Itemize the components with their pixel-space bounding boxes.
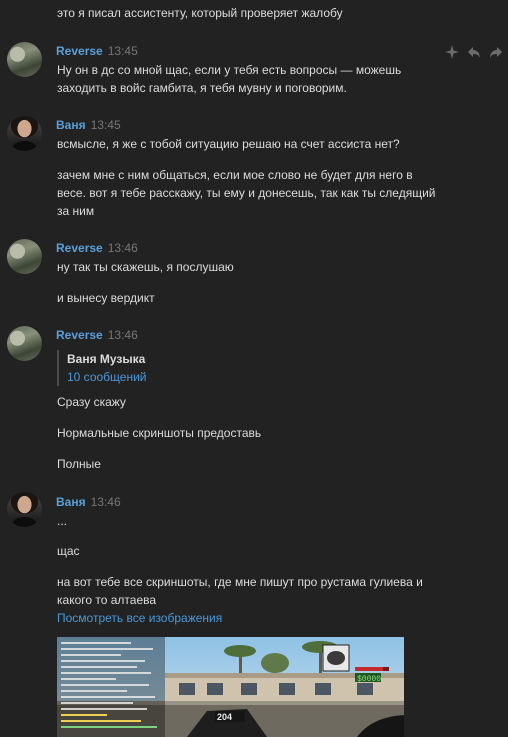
message-text: на вот тебе все скриншоты, где мне пишут… <box>57 575 423 589</box>
ammo-counter: 204 <box>217 712 232 722</box>
message-header: Ваня 13:46 <box>56 495 121 509</box>
message-text: щас <box>57 544 80 558</box>
message-text: ... <box>57 514 68 528</box>
message-text: зачем мне с ним общаться, если мое слово… <box>57 168 413 182</box>
forward-icon[interactable] <box>488 44 504 60</box>
author-name[interactable]: Ваня <box>56 495 86 509</box>
avatar[interactable] <box>7 326 42 361</box>
avatar[interactable] <box>7 116 42 151</box>
image-attachment[interactable]: $0000 204 <box>57 637 404 737</box>
avatar[interactable] <box>7 239 42 274</box>
quote-message-count[interactable]: 10 сообщений <box>67 368 146 386</box>
message-text: какого то алтаева <box>57 593 157 607</box>
timestamp: 13:45 <box>107 44 138 58</box>
author-name[interactable]: Reverse <box>56 44 103 58</box>
message-header: Reverse 13:45 <box>56 44 138 58</box>
timestamp: 13:46 <box>90 495 121 509</box>
message-text: всмысле, я же с тобой ситуацию решаю на … <box>57 137 400 151</box>
svg-text:$0000: $0000 <box>357 675 381 684</box>
reply-icon[interactable] <box>466 44 482 60</box>
forwarded-quote[interactable]: Ваня Музыка 10 сообщений <box>57 350 146 386</box>
message-text: Ну он в дс со мной щас, если у тебя есть… <box>57 63 402 77</box>
author-name[interactable]: Reverse <box>56 241 103 255</box>
timestamp: 13:45 <box>90 118 121 132</box>
message-text: весе. вот я тебе расскажу, ты ему и доне… <box>57 186 436 200</box>
message-text: ну так ты скажешь, я послушаю <box>57 260 234 274</box>
message-text: это я писал ассистенту, который проверяе… <box>57 6 343 20</box>
message-text: Полные <box>57 457 101 471</box>
avatar[interactable] <box>7 42 42 77</box>
author-name[interactable]: Reverse <box>56 328 103 342</box>
message-header: Ваня 13:45 <box>56 118 121 132</box>
avatar[interactable] <box>7 492 42 527</box>
message-text: заходить в войс гамбита, я тебя мувну и … <box>57 81 347 95</box>
message-header: Reverse 13:46 <box>56 328 138 342</box>
view-all-images-link[interactable]: Посмотреть все изображения <box>57 609 222 627</box>
message-header: Reverse 13:46 <box>56 241 138 255</box>
sparkle-icon[interactable] <box>444 44 460 60</box>
message-text: Сразу скажу <box>57 395 126 409</box>
message-text: и вынесу вердикт <box>57 291 155 305</box>
game-screenshot: $0000 204 <box>57 637 404 737</box>
message-toolbar <box>444 44 504 60</box>
timestamp: 13:46 <box>107 328 138 342</box>
message-text: Нормальные скриншоты предоставь <box>57 426 262 440</box>
author-name[interactable]: Ваня <box>56 118 86 132</box>
message-text: за ним <box>57 204 95 218</box>
quote-author: Ваня Музыка <box>67 352 146 366</box>
timestamp: 13:46 <box>107 241 138 255</box>
